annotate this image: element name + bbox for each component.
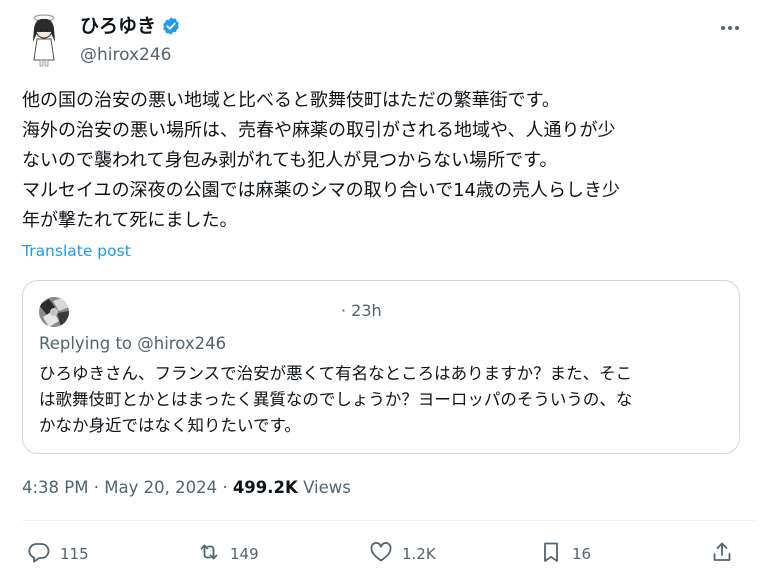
bookmark-icon [539,540,563,568]
reply-button[interactable]: 115 [27,540,89,568]
post-time[interactable]: 4:38 PM [22,478,88,497]
reply-icon [27,540,51,568]
tweet-line: 海外の治安の悪い場所は、売春や麻薬の取引がされる地域や、人通りが少 [22,120,616,141]
quoted-line: は歌舞伎町とかとはまったく異質なのでしょうか？ヨーロッパのそういうの、な [39,390,633,409]
author-name-text[interactable]: ひろゆき [80,14,156,38]
tweet-text: 他の国の治安の悪い地域と比べると歌舞伎町はただの繁華街です。 海外の治安の悪い場… [22,86,752,236]
post-date[interactable]: May 20, 2024 [104,478,217,497]
repost-count: 149 [230,545,259,563]
author-handle[interactable]: @hirox246 [80,44,172,66]
tweet-meta: 4:38 PM · May 20, 2024 · 499.2K Views [22,478,351,497]
bookmark-count: 16 [572,545,592,563]
repost-button[interactable]: 149 [197,540,259,568]
quoted-avatar[interactable] [39,297,69,327]
views-label: Views [303,478,351,497]
quoted-text: ひろゆきさん、フランスで治安が悪くて有名なところはありますか？また、そこ は歌舞… [39,361,729,439]
author-name[interactable]: ひろゆき [80,14,181,38]
quoted-tweet[interactable]: · 23h Replying to @hirox246 ひろゆきさん、フランスで… [22,280,740,454]
meta-separator: · [93,478,99,497]
translate-post-link[interactable]: Translate post [22,242,131,260]
author-avatar[interactable] [22,12,66,68]
divider [22,520,756,521]
replying-to-label: Replying to @hirox246 [39,334,227,353]
quoted-line: ひろゆきさん、フランスで治安が悪くて有名なところはありますか？また、そこ [39,364,633,383]
more-icon[interactable] [715,16,745,40]
share-button[interactable] [710,540,734,568]
bookmark-button[interactable]: 16 [539,540,591,568]
repost-icon [197,540,221,568]
verified-badge-icon [161,16,181,36]
quoted-line: かなか身近ではなく知りたいです。 [39,416,301,435]
action-bar: 115 149 1.2K 16 [0,530,778,576]
tweet-line: マルセイユの深夜の公園では麻薬のシマの取り合いで14歳の売人らしき少 [22,180,621,201]
reply-count: 115 [60,545,89,563]
views-count: 499.2K [232,478,298,497]
like-count: 1.2K [402,545,436,563]
meta-separator: · [222,478,228,497]
share-icon [710,540,734,568]
tweet-line: 年が撃たれて死にました。 [22,210,238,231]
like-icon [369,540,393,568]
quoted-timestamp[interactable]: · 23h [341,301,382,320]
like-button[interactable]: 1.2K [369,540,436,568]
tweet-line: 他の国の治安の悪い地域と比べると歌舞伎町はただの繁華街です。 [22,90,560,111]
tweet-line: ないので襲われて身包み剥がれても犯人が見つからない場所です。 [22,150,558,171]
